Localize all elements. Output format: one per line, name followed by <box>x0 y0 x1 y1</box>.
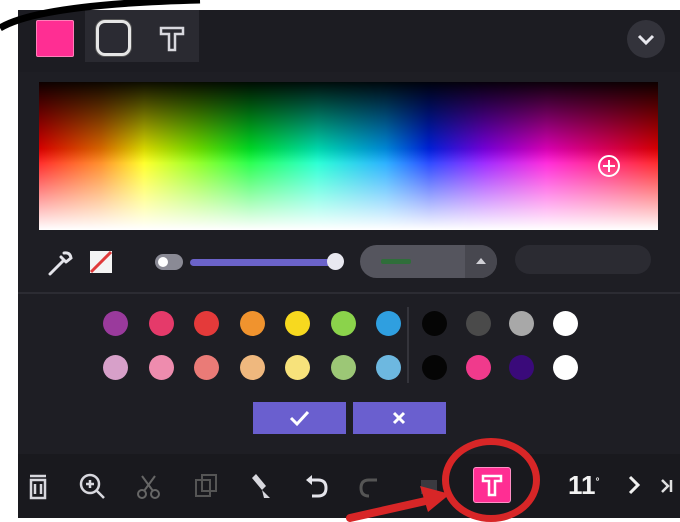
palette-color-swatch[interactable] <box>194 311 219 336</box>
palette-neutral-swatch[interactable] <box>422 355 447 380</box>
palette-neutral-swatch[interactable] <box>465 355 491 380</box>
no-color-icon[interactable] <box>88 249 114 275</box>
palette-neutral-swatch[interactable] <box>509 355 534 380</box>
crosshair-icon <box>603 160 615 172</box>
stroke-width-preview <box>381 259 411 264</box>
stroke-width-dropdown[interactable] <box>465 245 497 278</box>
palette-color-swatch[interactable] <box>239 311 265 336</box>
palette-neutral-swatch[interactable] <box>422 311 447 336</box>
palette-color-swatch[interactable] <box>285 355 310 380</box>
opacity-slider[interactable] <box>190 259 335 266</box>
spectrum-cursor[interactable] <box>598 155 620 177</box>
palette-color-swatch[interactable] <box>103 355 128 380</box>
palette-color-swatch[interactable] <box>376 355 401 380</box>
checkmark-icon <box>289 410 310 427</box>
palette-neutral-swatch[interactable] <box>552 311 578 336</box>
color-spectrum[interactable] <box>39 82 658 230</box>
opacity-toggle[interactable] <box>155 254 183 270</box>
palette-color-swatch[interactable] <box>148 311 174 336</box>
chevron-down-icon <box>637 34 655 46</box>
annotation-arrow <box>346 486 450 522</box>
palette-neutral-swatch[interactable] <box>552 355 578 380</box>
palette-color-swatch[interactable] <box>148 355 174 380</box>
chevron-up-icon <box>476 258 486 264</box>
palette-color-swatch[interactable] <box>194 355 219 380</box>
palette-separator <box>407 307 409 383</box>
palette-neutral-swatch[interactable] <box>465 311 491 336</box>
zoom-in-icon[interactable] <box>76 470 108 502</box>
scissors-icon[interactable] <box>133 470 165 502</box>
palette-color-swatch[interactable] <box>285 311 310 336</box>
cancel-button[interactable] <box>353 402 446 434</box>
palette-color-swatch[interactable] <box>103 311 128 336</box>
palette-color-swatch[interactable] <box>239 355 265 380</box>
palette-color-swatch[interactable] <box>330 355 356 380</box>
section-divider <box>18 292 680 294</box>
palette-color-swatch[interactable] <box>330 311 356 336</box>
eyedropper-icon[interactable] <box>45 248 75 278</box>
page-number: 11° <box>568 470 600 501</box>
close-icon <box>392 411 406 425</box>
opacity-slider-thumb[interactable] <box>327 253 344 270</box>
annotation-curve <box>0 0 201 32</box>
confirm-button[interactable] <box>253 402 346 434</box>
stroke-style-select[interactable] <box>515 245 651 274</box>
palette-color-swatch[interactable] <box>376 311 401 336</box>
skip-to-end-icon[interactable] <box>658 474 676 498</box>
copy-icon[interactable] <box>190 470 222 502</box>
palette-neutral-swatch[interactable] <box>509 311 534 336</box>
undo-icon[interactable] <box>300 470 332 502</box>
paint-brush-icon[interactable] <box>244 470 276 502</box>
collapse-button[interactable] <box>627 20 665 58</box>
chevron-right-icon[interactable] <box>622 468 646 502</box>
page-number-superscript: ° <box>595 476 600 488</box>
page-number-value: 11 <box>568 470 596 500</box>
trash-icon[interactable] <box>22 470 54 502</box>
